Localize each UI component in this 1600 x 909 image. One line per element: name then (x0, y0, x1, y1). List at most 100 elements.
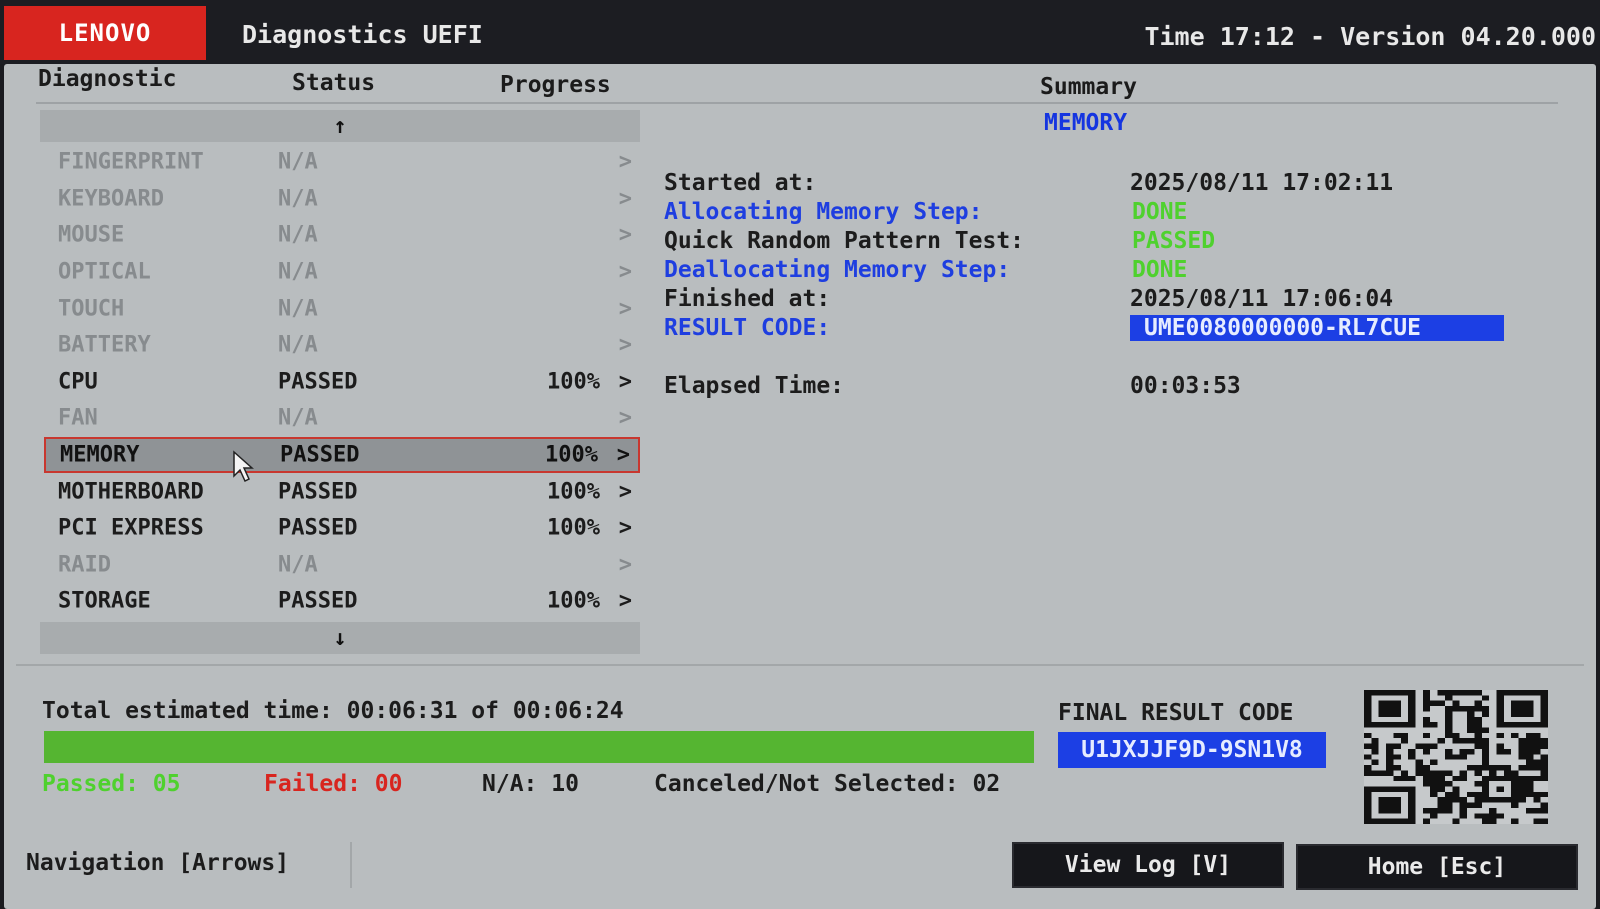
diagnostic-name: MOUSE (58, 222, 125, 248)
allocating-label: Allocating Memory Step: (664, 199, 983, 225)
chevron-right-icon: > (616, 442, 630, 468)
diagnostic-status: N/A (278, 149, 318, 175)
diagnostic-name: MEMORY (60, 442, 140, 468)
diagnostic-row-touch[interactable]: TOUCH N/A > (44, 290, 640, 327)
chevron-right-icon: > (618, 296, 632, 322)
diagnostic-name: OPTICAL (58, 259, 151, 285)
passed-count: Passed: 05 (42, 771, 181, 797)
diagnostic-row-mouse[interactable]: MOUSE N/A > (44, 217, 640, 254)
canceled-count: Canceled/Not Selected: 02 (654, 771, 1001, 797)
diagnostic-status: N/A (278, 552, 318, 578)
diagnostic-progress: 100% (545, 442, 598, 468)
started-label: Started at: (664, 170, 817, 196)
column-header-diagnostic: Diagnostic (38, 66, 177, 92)
overall-progress-fill (44, 731, 1034, 763)
diagnostic-progress: 100% (547, 515, 600, 541)
chevron-right-icon: > (618, 332, 632, 358)
lenovo-logo: LENOVO (4, 6, 206, 60)
diagnostic-status: PASSED (278, 588, 358, 614)
diagnostic-progress: 100% (547, 588, 600, 614)
diagnostic-list: FINGERPRINT N/A > KEYBOARD N/A > MOUSE N… (44, 144, 640, 620)
diagnostic-status: PASSED (278, 479, 358, 505)
scroll-up-button[interactable]: ↑ (40, 110, 640, 142)
scroll-down-button[interactable]: ↓ (40, 622, 640, 654)
quick-random-label: Quick Random Pattern Test: (664, 228, 1025, 254)
finished-value: 2025/08/11 17:06:04 (1130, 286, 1394, 312)
diagnostic-name: STORAGE (58, 588, 151, 614)
diagnostic-status: N/A (278, 405, 318, 431)
chevron-right-icon: > (618, 588, 632, 614)
view-log-button[interactable]: View Log [V] (1012, 842, 1284, 888)
chevron-right-icon: > (618, 369, 632, 395)
header-divider (36, 102, 1558, 104)
diagnostic-row-storage[interactable]: STORAGE PASSED 100% > (44, 583, 640, 620)
diagnostic-row-fingerprint[interactable]: FINGERPRINT N/A > (44, 144, 640, 181)
result-code-value: UME0080000000-RL7CUE (1130, 315, 1504, 341)
diagnostic-row-motherboard[interactable]: MOTHERBOARD PASSED 100% > (44, 473, 640, 510)
diagnostic-row-fan[interactable]: FAN N/A > (44, 400, 640, 437)
elapsed-time-label: Elapsed Time: (664, 373, 845, 399)
quick-random-value: PASSED (1132, 228, 1216, 254)
diagnostic-name: TOUCH (58, 296, 125, 322)
summary-title: MEMORY (1044, 110, 1128, 136)
elapsed-time-value: 00:03:53 (1130, 373, 1241, 399)
column-header-status: Status (292, 70, 376, 96)
diagnostic-row-pci-express[interactable]: PCI EXPRESS PASSED 100% > (44, 510, 640, 547)
total-estimated-time: Total estimated time: 00:06:31 of 00:06:… (42, 698, 624, 724)
top-bar: LENOVO Diagnostics UEFI Time 17:12 - Ver… (0, 0, 1600, 64)
navigation-hint: Navigation [Arrows] (16, 842, 352, 888)
mouse-cursor-icon (233, 450, 254, 483)
final-result-label: FINAL RESULT CODE (1058, 700, 1294, 726)
diagnostic-row-battery[interactable]: BATTERY N/A > (44, 327, 640, 364)
navigation-label: Navigation [Arrows] (26, 850, 290, 876)
chevron-right-icon: > (618, 552, 632, 578)
diagnostic-status: PASSED (280, 442, 360, 468)
time-version-label: Time 17:12 - Version 04.20.000 (1144, 22, 1596, 51)
diagnostic-status: N/A (278, 186, 318, 212)
column-header-progress: Progress (500, 72, 611, 98)
chevron-right-icon: > (618, 259, 632, 285)
diagnostic-name: MOTHERBOARD (58, 479, 204, 505)
home-button[interactable]: Home [Esc] (1296, 844, 1578, 890)
chevron-right-icon: > (618, 222, 632, 248)
diagnostic-name: BATTERY (58, 332, 151, 358)
deallocating-label: Deallocating Memory Step: (664, 257, 1011, 283)
final-result-code: U1JXJJF9D-9SN1V8 (1058, 732, 1326, 768)
diagnostic-status: PASSED (278, 369, 358, 395)
diagnostic-row-keyboard[interactable]: KEYBOARD N/A > (44, 181, 640, 218)
diagnostic-row-memory[interactable]: MEMORY PASSED 100% > (44, 436, 640, 474)
diagnostic-name: FAN (58, 405, 98, 431)
bottom-divider (16, 664, 1584, 666)
diagnostic-row-cpu[interactable]: CPU PASSED 100% > (44, 364, 640, 401)
deallocating-value: DONE (1132, 257, 1188, 283)
column-header-summary: Summary (1040, 74, 1137, 100)
started-value: 2025/08/11 17:02:11 (1130, 170, 1394, 196)
diagnostic-row-raid[interactable]: RAID N/A > (44, 547, 640, 584)
overall-progress-bar (44, 731, 1034, 763)
diagnostic-row-optical[interactable]: OPTICAL N/A > (44, 254, 640, 291)
na-count: N/A: 10 (482, 771, 579, 797)
chevron-right-icon: > (618, 479, 632, 505)
diagnostic-status: N/A (278, 259, 318, 285)
diagnostic-name: RAID (58, 552, 111, 578)
chevron-right-icon: > (618, 515, 632, 541)
chevron-right-icon: > (618, 405, 632, 431)
diagnostic-name: FINGERPRINT (58, 149, 204, 175)
app-title: Diagnostics UEFI (242, 20, 483, 49)
diagnostic-status: N/A (278, 332, 318, 358)
failed-count: Failed: 00 (264, 771, 403, 797)
diagnostic-progress: 100% (547, 369, 600, 395)
diagnostic-status: PASSED (278, 515, 358, 541)
diagnostic-progress: 100% (547, 479, 600, 505)
arrow-up-icon: ↑ (333, 113, 347, 139)
diagnostic-status: N/A (278, 222, 318, 248)
diagnostic-name: KEYBOARD (58, 186, 164, 212)
diagnostic-status: N/A (278, 296, 318, 322)
allocating-value: DONE (1132, 199, 1188, 225)
result-code-label: RESULT CODE: (664, 315, 831, 341)
chevron-right-icon: > (618, 186, 632, 212)
chevron-right-icon: > (618, 149, 632, 175)
qr-code-icon (1364, 690, 1548, 824)
finished-label: Finished at: (664, 286, 831, 312)
arrow-down-icon: ↓ (333, 625, 347, 651)
